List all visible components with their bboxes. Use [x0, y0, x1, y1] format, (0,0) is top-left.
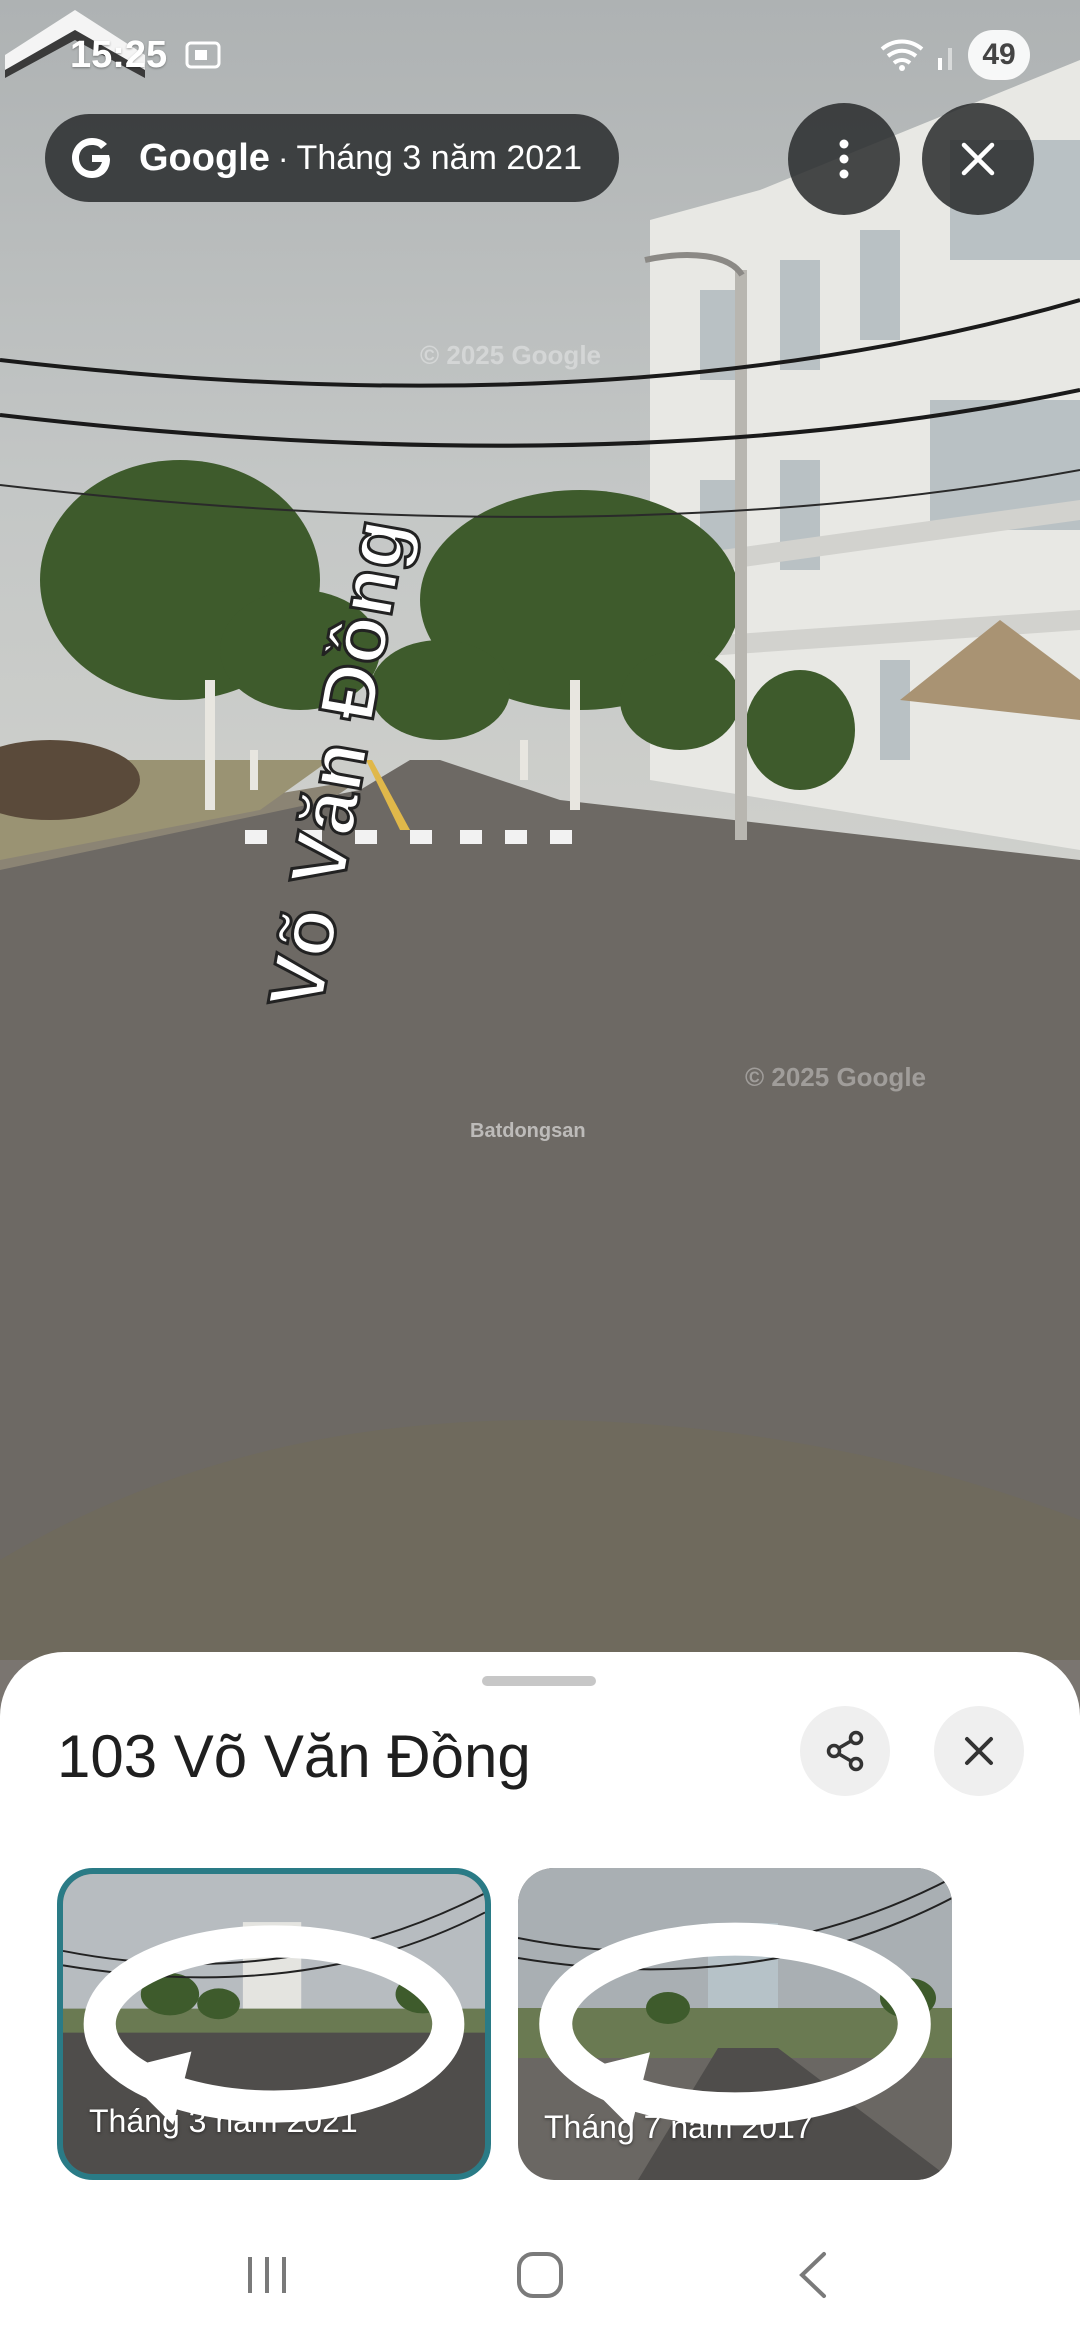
batdongsan-watermark: Batdongsan [470, 1120, 586, 1142]
chip-separator: · [277, 139, 289, 176]
back-icon [799, 2252, 827, 2298]
close-sheet-button[interactable] [934, 1706, 1024, 1796]
address-title: 103 Võ Văn Đồng [57, 1723, 531, 1790]
imagery-thumbnail-2021[interactable]: Tháng 3 năm 2021 [57, 1868, 491, 2180]
status-time: 15:25 [70, 33, 168, 76]
rotate-360-icon [83, 1925, 465, 2125]
status-bar: 15:25 49 [70, 30, 1030, 80]
more-vert-icon [839, 139, 849, 179]
cast-icon [185, 41, 221, 69]
sheet-drag-handle[interactable] [482, 1676, 596, 1686]
close-icon [961, 142, 995, 176]
system-navigation-bar [0, 2210, 1080, 2340]
google-watermark: © 2025 Google [745, 1062, 926, 1092]
google-g-icon [72, 138, 110, 178]
recents-button[interactable] [232, 2240, 302, 2310]
google-watermark: © 2025 Google [420, 340, 601, 370]
wifi-icon [880, 39, 924, 71]
rotate-360-icon [539, 1922, 931, 2128]
home-button[interactable] [505, 2240, 575, 2310]
battery-indicator: 49 [968, 30, 1030, 80]
status-icons: 49 [880, 30, 1030, 80]
chip-date: Tháng 3 năm 2021 [296, 138, 582, 177]
share-button[interactable] [800, 1706, 890, 1796]
more-options-button[interactable] [788, 103, 900, 215]
imagery-thumbnail-2017[interactable]: Tháng 7 năm 2017 [518, 1868, 952, 2180]
back-button[interactable] [778, 2240, 848, 2310]
chip-brand: Google [139, 136, 270, 179]
home-icon [516, 2252, 563, 2298]
close-street-view-button[interactable] [922, 103, 1034, 215]
recents-icon [247, 2257, 286, 2293]
imagery-date-chip[interactable]: Google · Tháng 3 năm 2021 [45, 114, 619, 202]
signal-icon [938, 48, 952, 70]
share-icon [826, 1730, 864, 1772]
street-scene-drawing [0, 60, 1080, 1660]
close-icon [965, 1737, 993, 1765]
street-view-panorama[interactable]: © 2025 Google © 2025 Google Batdongsan V… [0, 0, 1080, 1660]
